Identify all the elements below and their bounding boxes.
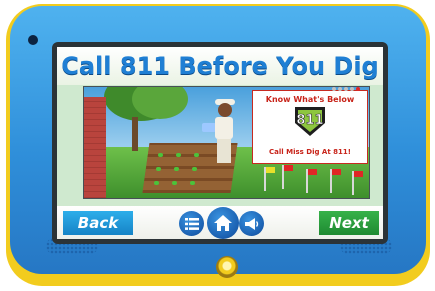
info-card-tagline: Call Miss Dig At 811! — [269, 148, 351, 156]
sprout-icon — [156, 167, 161, 171]
home-icon — [214, 215, 232, 231]
device-home-button[interactable] — [216, 256, 238, 278]
sprout-icon — [194, 153, 199, 157]
tree-trunk — [132, 117, 138, 151]
progress-dot — [332, 87, 336, 91]
gardener-head — [218, 103, 232, 117]
home-nav-button[interactable] — [207, 207, 239, 239]
sprout-icon — [172, 181, 177, 185]
menu-icon — [184, 217, 199, 230]
sprout-icon — [158, 153, 163, 157]
back-button[interactable]: Back — [63, 211, 133, 235]
speaker-icon — [244, 217, 258, 230]
marker-flag-cloth — [332, 169, 341, 175]
marker-flag-cloth — [308, 169, 317, 175]
marker-flag-cloth — [354, 171, 363, 177]
sprout-icon — [192, 167, 197, 171]
progress-dot — [356, 87, 360, 91]
menu-button[interactable] — [179, 211, 204, 236]
sound-button[interactable] — [239, 211, 264, 236]
page-title: Call 811 Before You Dig — [61, 52, 379, 80]
progress-dot — [338, 87, 342, 91]
info-card-headline: Know What's Below — [265, 95, 355, 104]
game-scene[interactable]: Know What's Below 811 Call Miss Dig At 8… — [83, 86, 370, 199]
progress-dots — [332, 87, 368, 91]
gardener-legs — [217, 139, 231, 163]
marker-flag-cloth — [266, 167, 275, 173]
camera-icon — [28, 35, 38, 45]
sprout-icon — [154, 181, 159, 185]
sprout-icon — [176, 153, 181, 157]
progress-dot — [344, 87, 348, 91]
info-card: Know What's Below 811 Call Miss Dig At 8… — [252, 90, 368, 164]
progress-dot — [350, 87, 354, 91]
shovel-logo-icon: 811 — [295, 107, 325, 136]
marker-flag-cloth — [284, 165, 293, 171]
watering-can-icon — [202, 123, 216, 132]
house-wall — [84, 97, 106, 198]
sprout-icon — [190, 181, 195, 185]
sprout-icon — [174, 167, 179, 171]
gardener-shirt — [215, 117, 233, 139]
next-button[interactable]: Next — [319, 211, 379, 235]
logo-number: 811 — [296, 113, 323, 128]
title-banner: Call 811 Before You Dig — [57, 47, 383, 85]
